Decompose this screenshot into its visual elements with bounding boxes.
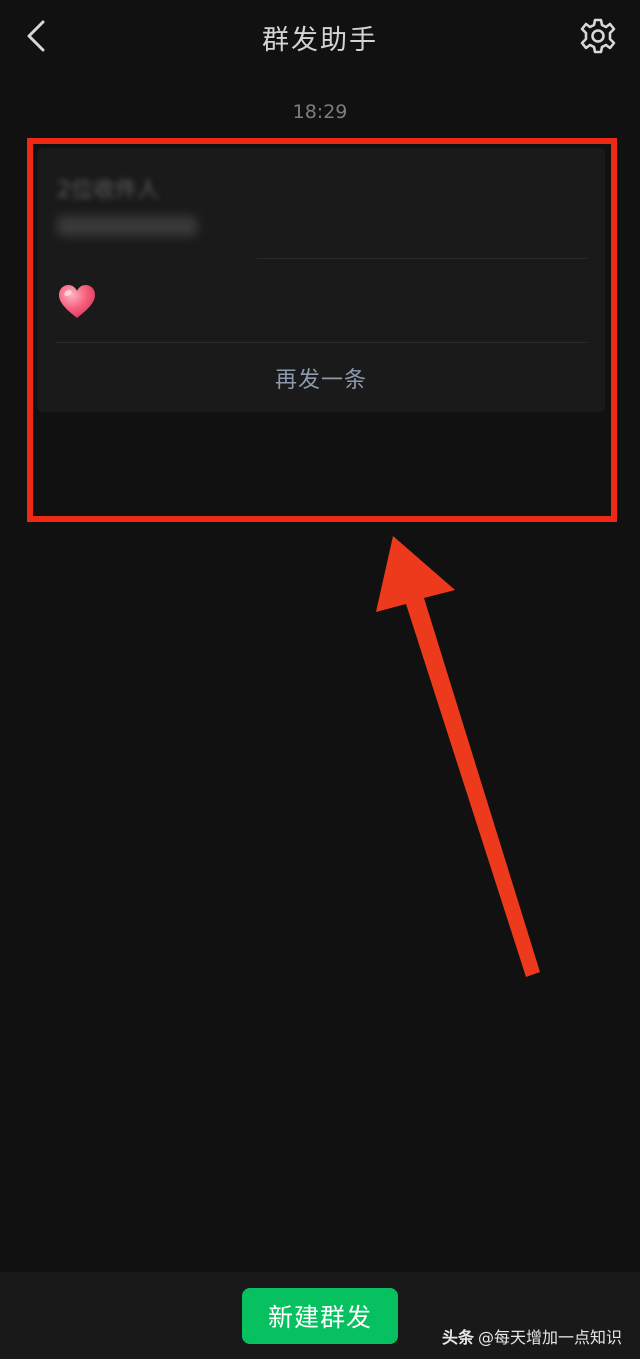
bottom-toolbar: 新建群发 头条 @每天增加一点知识 (0, 1272, 640, 1359)
gear-icon (580, 18, 616, 54)
broadcast-message-card: 2位收件人 再发一条 (37, 148, 605, 412)
recipients-label: 2位收件人 (57, 178, 159, 203)
divider (55, 342, 587, 343)
resend-button[interactable]: 再发一条 (37, 344, 605, 412)
page-title: 群发助手 (262, 25, 378, 56)
watermark-handle: @每天增加一点知识 (477, 1328, 622, 1347)
new-broadcast-button[interactable]: 新建群发 (242, 1288, 398, 1344)
heart-emoji-icon (59, 285, 95, 318)
divider (257, 258, 587, 259)
settings-button[interactable] (576, 14, 620, 58)
message-timestamp: 18:29 (292, 101, 348, 123)
watermark-brand: 头条 (441, 1328, 474, 1347)
navigation-bar: 群发助手 (0, 0, 640, 76)
watermark: 头条 @每天增加一点知识 (442, 1324, 622, 1348)
blurred-recipient-names (57, 216, 197, 236)
